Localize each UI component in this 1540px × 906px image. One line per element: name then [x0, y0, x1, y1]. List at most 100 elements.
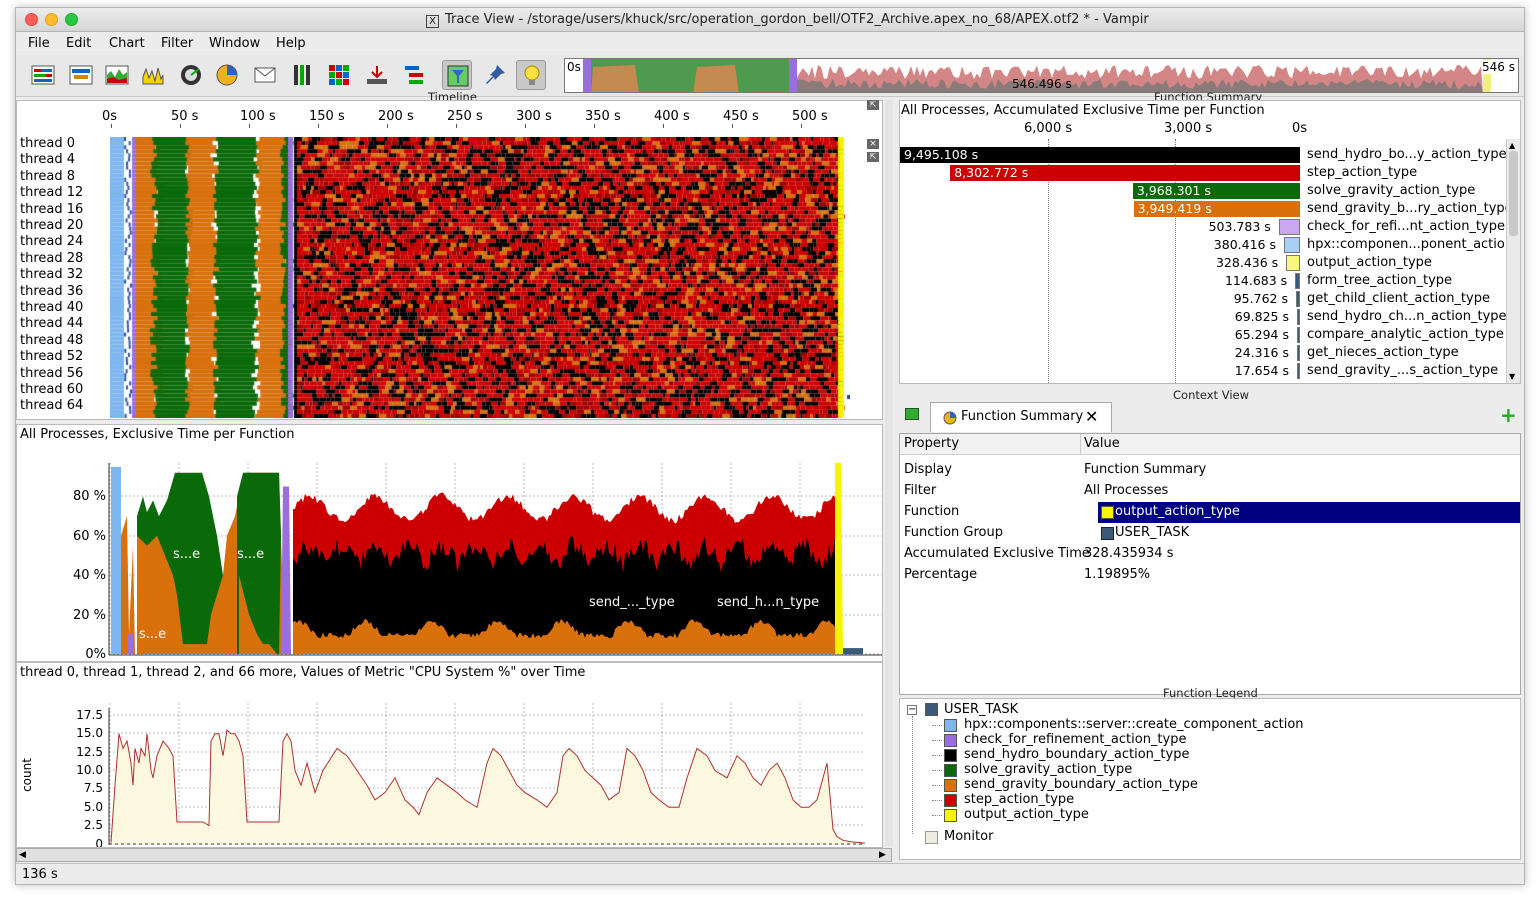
- ex-area-label: s...e: [139, 627, 166, 642]
- legend-item[interactable]: solve_gravity_action_type: [900, 762, 1500, 778]
- function-summary-panel: All Processes, Accumulated Exclusive Tim…: [899, 100, 1521, 384]
- fs-vertical-scrollbar[interactable]: ▲ ▼: [1506, 139, 1520, 383]
- counter-timeline-icon[interactable]: [138, 60, 168, 90]
- function-summary-row[interactable]: 24.316 s get_nieces_action_type: [900, 344, 1520, 362]
- ex-check-area: [281, 486, 291, 654]
- call-tree-icon[interactable]: [400, 60, 430, 90]
- undock-icon[interactable]: ⇱: [867, 100, 879, 110]
- timeline-canvas[interactable]: [110, 137, 850, 418]
- metric-chart[interactable]: 17.5 15.0 12.5 10.0 7.5 5.0 2.5 0 count: [17, 663, 882, 847]
- context-row[interactable]: Filter All Processes: [900, 481, 1520, 502]
- function-summary-row[interactable]: 3,949.419 s send_gravity_b...ry_action_ty…: [900, 200, 1520, 218]
- legend-item[interactable]: step_action_type: [900, 792, 1500, 808]
- context-key: Function Group: [904, 525, 1004, 540]
- header-value[interactable]: Value: [1084, 436, 1120, 451]
- function-summary-row[interactable]: 65.294 s compare_analytic_action_type: [900, 326, 1520, 344]
- ex-output-area: [835, 462, 843, 654]
- scroll-down-icon[interactable]: ▼: [1509, 372, 1515, 381]
- mt-ytick-label: 2.5: [84, 818, 103, 832]
- function-summary-row[interactable]: 380.416 s hpx::componen...ponent_action: [900, 236, 1520, 254]
- tab-function-summary[interactable]: Function Summary ✕: [930, 402, 1112, 432]
- timeline-axis: 0s 50 s 100 s 150 s 200 s 250 s 300 s 350 s 400 …: [17, 101, 882, 129]
- add-context-tab-icon[interactable]: +: [1500, 405, 1517, 425]
- function-bar: [1278, 219, 1300, 235]
- lightbulb-icon[interactable]: [516, 60, 546, 90]
- context-row[interactable]: Accumulated Exclusive Time 328.435934 s: [900, 544, 1520, 565]
- master-timeline-icon[interactable]: [28, 60, 58, 90]
- zoom-window-button[interactable]: [65, 13, 78, 26]
- scroll-thumb[interactable]: [1509, 151, 1518, 236]
- function-summary-row[interactable]: 95.762 s get_child_client_action_type: [900, 290, 1520, 308]
- process-summary-icon[interactable]: [288, 60, 318, 90]
- function-name: get_nieces_action_type: [1307, 345, 1459, 360]
- function-summary-icon[interactable]: [212, 60, 242, 90]
- function-value: 503.783 s: [1208, 219, 1271, 234]
- tree-branch: [932, 755, 942, 756]
- process-timeline-icon[interactable]: [66, 60, 96, 90]
- function-summary-row[interactable]: 328.436 s output_action_type: [900, 254, 1520, 272]
- vertical-splitter[interactable]: [885, 100, 893, 846]
- tab-close-icon[interactable]: ✕: [1085, 407, 1098, 426]
- timeline-axis-tick: [180, 124, 181, 128]
- context-row[interactable]: Function output_action_type: [900, 502, 1520, 523]
- menu-edit[interactable]: Edit: [66, 36, 91, 51]
- menu-file[interactable]: File: [28, 36, 50, 51]
- function-summary-tab-icon: [943, 411, 957, 425]
- function-summary-row[interactable]: 17.654 s send_gravity_...s_action_type: [900, 362, 1520, 380]
- context-key: Percentage: [904, 567, 978, 582]
- thread-label-list: thread 0 thread 4 thread 8 thread 12 thread …: [17, 131, 107, 421]
- close-window-button[interactable]: [25, 13, 38, 26]
- maximize-chart-icon[interactable]: ⇱: [867, 152, 879, 162]
- function-summary-row[interactable]: 503.783 s check_for_refi...nt_action_type: [900, 218, 1520, 236]
- legend-item[interactable]: send_hydro_boundary_action_type: [900, 747, 1500, 763]
- timeline-horizontal-scrollbar[interactable]: ◀ ▶: [16, 848, 892, 862]
- context-menu-icon[interactable]: [905, 408, 919, 420]
- status-text: 136 s: [22, 867, 58, 882]
- message-summary-icon[interactable]: [250, 60, 280, 90]
- io-summary-icon[interactable]: [362, 60, 392, 90]
- function-summary-row[interactable]: 114.683 s form_tree_action_type: [900, 272, 1520, 290]
- function-summary-row[interactable]: 3,968.301 s solve_gravity_action_type: [900, 182, 1520, 200]
- scroll-up-icon[interactable]: ▲: [1509, 141, 1515, 150]
- function-summary-row[interactable]: 8,302.772 s step_action_type: [900, 164, 1520, 182]
- menu-help[interactable]: Help: [276, 36, 306, 51]
- ex-ytick-label: 20 %: [73, 608, 106, 623]
- function-value: 380.416 s: [1213, 237, 1276, 252]
- function-value: 114.683 s: [1224, 273, 1288, 288]
- function-summary-row[interactable]: 9,495.108 s send_hydro_bo...y_action_type: [900, 146, 1520, 164]
- exclusive-time-chart[interactable]: 80 % 60 % 40 % 20 % 0% s...e s...e s...e send_..…: [17, 425, 882, 661]
- timeline-axis-label: 250 s: [447, 109, 483, 124]
- collapse-icon[interactable]: −: [907, 705, 917, 715]
- pin-icon[interactable]: [480, 60, 510, 90]
- scroll-left-icon[interactable]: ◀: [19, 850, 29, 860]
- legend-item[interactable]: output_action_type: [900, 807, 1500, 823]
- legend-group-label: USER_TASK: [944, 702, 1019, 717]
- legend-item[interactable]: check_for_refinement_action_type: [900, 732, 1500, 748]
- function-summary-row[interactable]: 69.825 s send_hydro_ch...n_action_type: [900, 308, 1520, 326]
- menu-chart[interactable]: Chart: [109, 36, 145, 51]
- thread-label: thread 40: [20, 300, 84, 315]
- menu-window[interactable]: Window: [209, 36, 260, 51]
- filter-icon[interactable]: [442, 60, 472, 90]
- scroll-right-icon[interactable]: ▶: [879, 850, 889, 860]
- context-row[interactable]: Percentage 1.19895%: [900, 565, 1520, 586]
- trace-overview[interactable]: 0s 546 s 546.496 s: [564, 58, 1519, 93]
- function-value: 95.762 s: [1233, 291, 1288, 306]
- context-row[interactable]: Display Function Summary: [900, 460, 1520, 481]
- context-row[interactable]: Function Group USER_TASK: [900, 523, 1520, 544]
- legend-label: send_gravity_boundary_action_type: [964, 777, 1198, 792]
- context-key: Accumulated Exclusive Time: [904, 546, 1090, 561]
- close-chart-icon[interactable]: ×: [867, 139, 879, 149]
- legend-item[interactable]: send_gravity_boundary_action_type: [900, 777, 1500, 793]
- user-task-swatch: [1101, 527, 1114, 540]
- summary-timeline-icon[interactable]: [102, 60, 132, 90]
- minimize-window-button[interactable]: [45, 13, 58, 26]
- legend-item[interactable]: hpx::components::server::create_componen…: [900, 717, 1500, 733]
- menu-filter[interactable]: Filter: [161, 36, 193, 51]
- communication-matrix-icon[interactable]: [324, 60, 354, 90]
- header-property[interactable]: Property: [904, 436, 959, 451]
- legend-swatch: [944, 779, 957, 792]
- performance-radar-icon[interactable]: [176, 60, 206, 90]
- function-value: 17.654 s: [1234, 363, 1289, 378]
- mt-ylabel: count: [20, 758, 34, 792]
